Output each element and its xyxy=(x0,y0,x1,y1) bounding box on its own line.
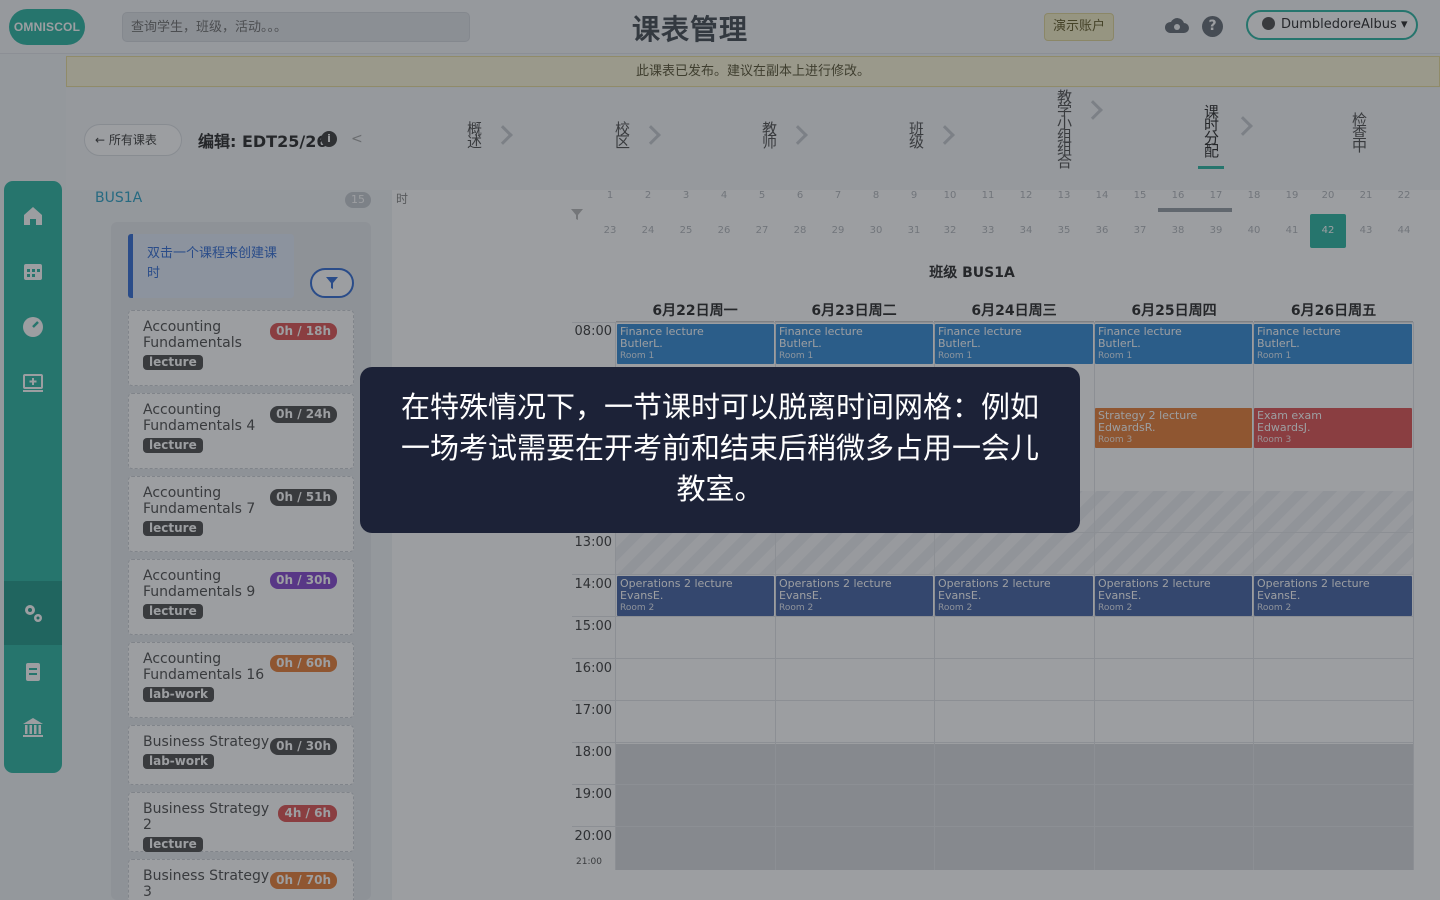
tutorial-tooltip: 在特殊情况下，一节课时可以脱离时间网格：例如一场考试需要在开考前和结束后稍微多占… xyxy=(360,367,1080,533)
